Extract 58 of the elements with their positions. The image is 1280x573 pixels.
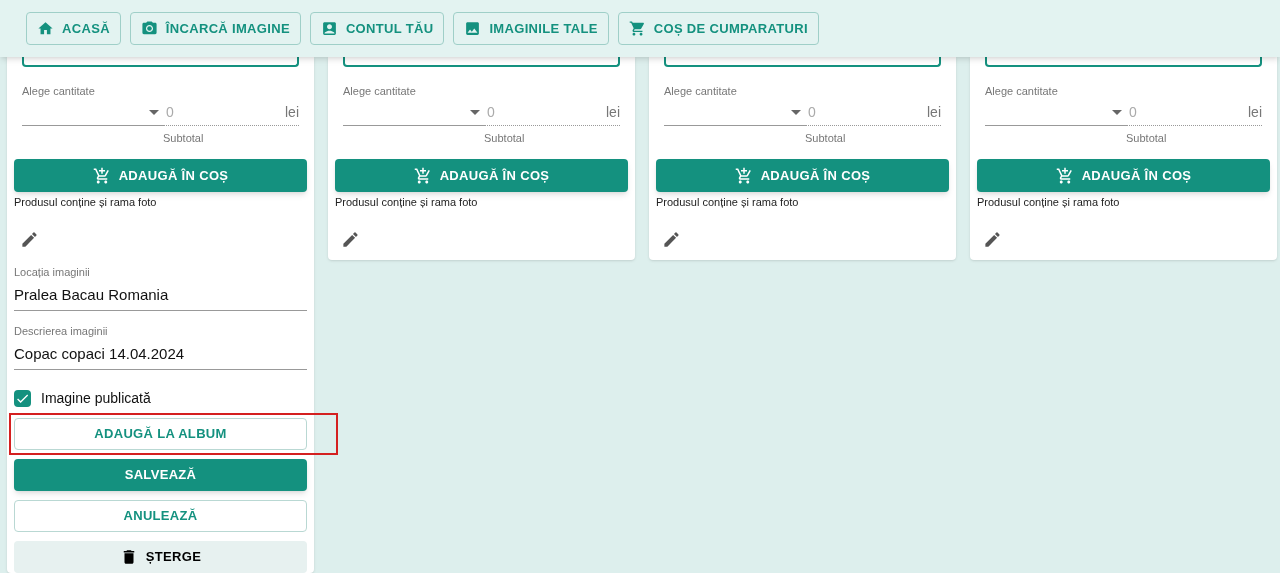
currency-label: lei [927,102,941,122]
cart-add-icon [92,166,111,185]
product-note: Produsul conține și rama foto [977,195,1121,210]
action-button[interactable]: ADAUGĂ LA ALBUM [14,417,307,450]
action-button[interactable]: SALVEAZĂ [14,458,307,491]
field-label: Alege cantitate [22,84,96,99]
edit-icon [982,230,1002,249]
cart-add-icon [1055,166,1074,185]
image-icon [464,20,482,37]
add-to-cart-button[interactable]: ADAUGĂ ÎN COȘ [977,159,1270,192]
camera-icon [140,20,158,37]
field-value: Pralea Bacau Romania [14,285,170,305]
product-note: Produsul conține și rama foto [14,195,158,210]
nav-button[interactable]: ACASĂ [26,12,121,45]
field-label: Alege cantitate [664,84,738,99]
action-button[interactable]: ANULEAZĂ [14,499,307,532]
dropdown-icon [791,109,801,115]
add-to-cart-button[interactable]: ADAUGĂ ÎN COȘ [656,159,949,192]
subtotal-value: 0 [487,102,495,122]
home-icon [37,20,54,37]
field-label: Locația imaginii [14,264,91,280]
field-label: Subtotal [1126,130,1167,146]
dropdown-icon [470,109,480,115]
dropdown-icon [1112,109,1122,115]
field-value: Copac copaci 14.04.2024 [14,344,186,364]
checkbox[interactable] [14,389,31,407]
account-icon [320,20,338,37]
nav-button[interactable]: ÎNCARCĂ IMAGINE [129,12,301,45]
edit-icon [661,230,681,249]
product-note: Produsul conține și rama foto [656,195,800,210]
product-note: Produsul conține și rama foto [335,195,479,210]
nav-button[interactable]: CONTUL TĂU [309,12,445,45]
field-label: Descrierea imaginii [14,323,109,339]
nav-button[interactable]: COȘ DE CUMPARATURI [617,12,819,45]
nav-button[interactable]: IMAGINILE TALE [453,12,609,45]
field-label: Subtotal [805,130,846,146]
field-label: Alege cantitate [343,84,417,99]
edit-icon [340,230,360,249]
subtotal-value: 0 [808,102,816,122]
edit-icon [19,230,39,249]
cart-icon [628,20,646,37]
add-to-cart-button[interactable]: ADAUGĂ ÎN COȘ [14,159,307,192]
text-field[interactable]: Descrierea imaginii Copac copaci 14.04.2024 [14,322,307,370]
add-to-cart-button[interactable]: ADAUGĂ ÎN COȘ [335,159,628,192]
cart-add-icon [734,166,753,185]
field-label: Alege cantitate [985,84,1059,99]
subtotal-value: 0 [1129,102,1137,122]
currency-label: lei [1248,102,1262,122]
checkbox-label: Imagine publicată [41,388,151,408]
field-label: Subtotal [163,130,204,146]
cart-add-icon [413,166,432,185]
currency-label: lei [606,102,620,122]
action-button[interactable]: ȘTERGE [14,540,307,573]
subtotal-value: 0 [166,102,174,122]
dropdown-icon [149,109,159,115]
currency-label: lei [285,102,299,122]
text-field[interactable]: Locația imaginii Pralea Bacau Romania [14,263,307,311]
field-label: Subtotal [484,130,525,146]
